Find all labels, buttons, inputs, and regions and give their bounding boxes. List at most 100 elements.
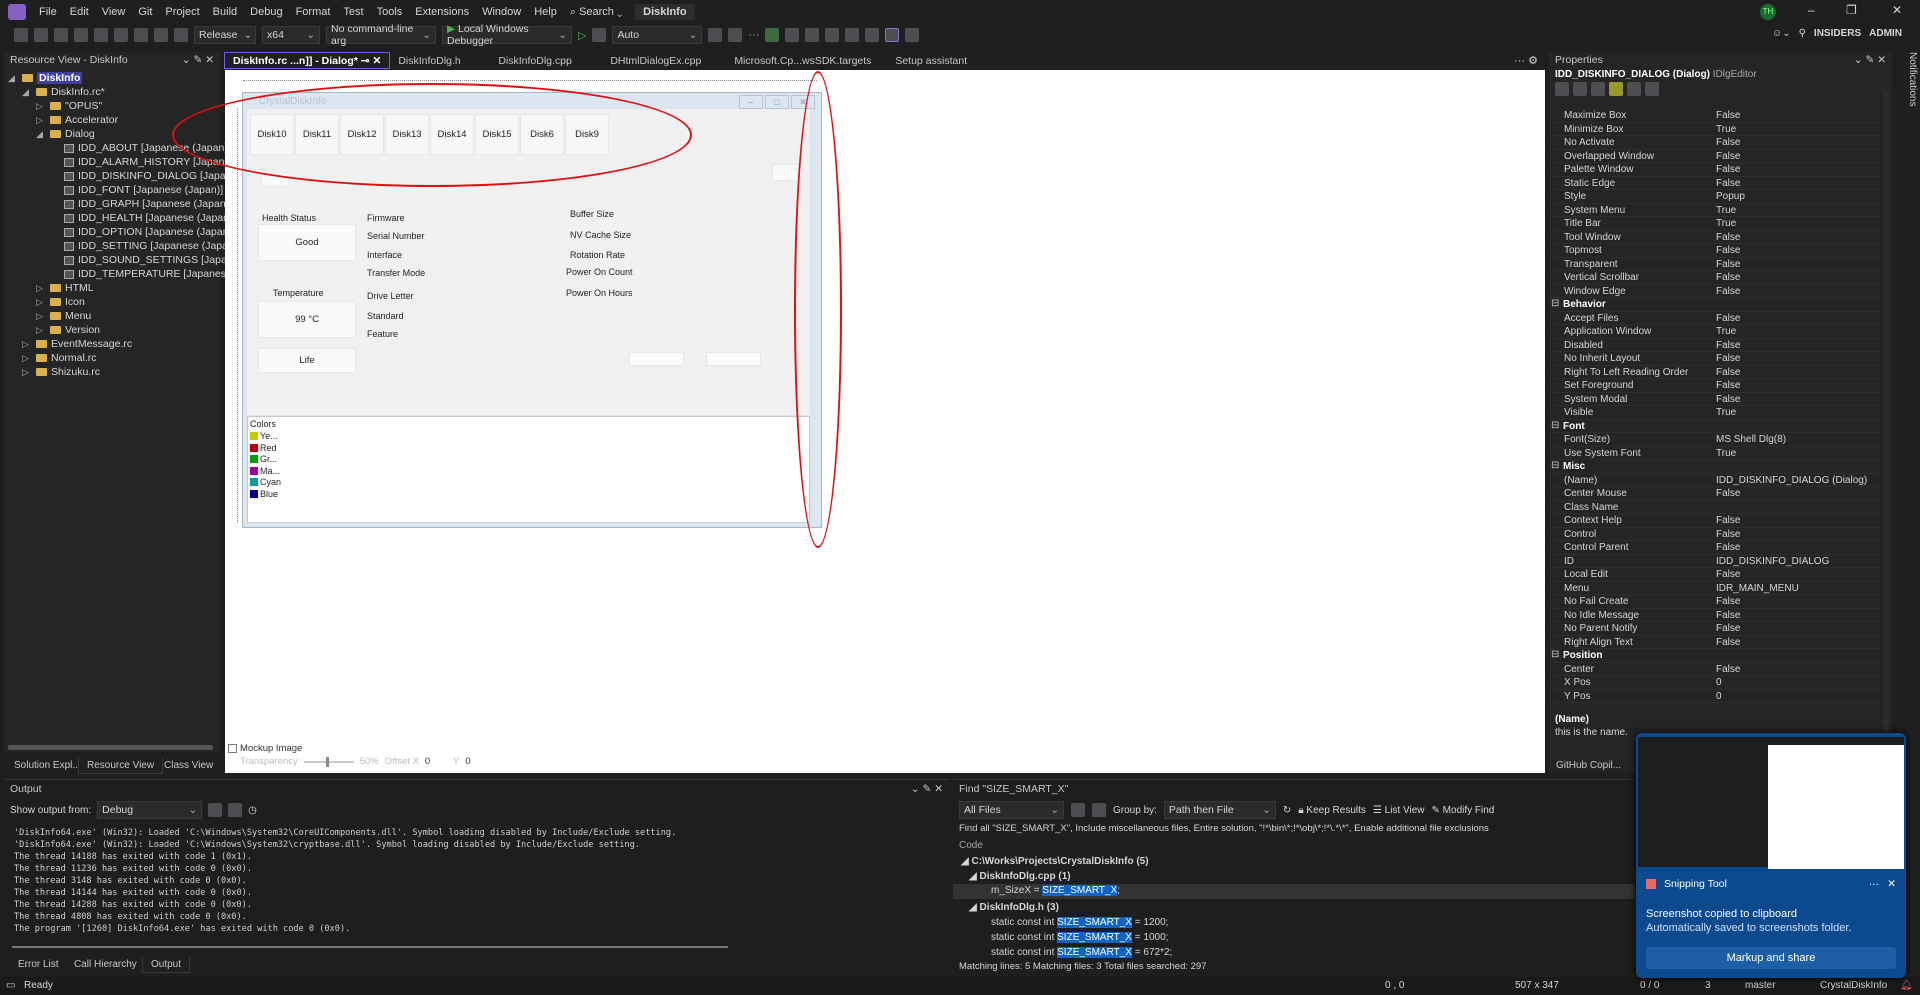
property-value[interactable]: False (1716, 272, 1740, 283)
property-value[interactable]: False (1716, 164, 1740, 175)
collapse-all-icon[interactable] (1092, 803, 1106, 817)
tree-item[interactable]: ▷ Normal.rc (22, 351, 97, 365)
property-value[interactable]: 0 (1716, 691, 1722, 702)
property-row[interactable]: Right Align Text False (1549, 636, 1879, 649)
property-row[interactable]: X Pos 0 (1549, 676, 1879, 690)
tree-item[interactable]: ▷ HTML (36, 281, 94, 295)
property-row[interactable]: Topmost False (1549, 244, 1879, 258)
horizontal-scrollbar[interactable] (8, 745, 213, 750)
property-value[interactable]: False (1716, 353, 1740, 364)
color-item[interactable]: Cyan (250, 477, 281, 487)
panel-options-icon[interactable]: ⌄ ✎ ✕ (911, 783, 943, 795)
property-value[interactable]: False (1716, 380, 1740, 391)
disk-tab-button[interactable]: Disk13 (385, 114, 429, 155)
property-value[interactable]: False (1716, 529, 1740, 540)
save-all-icon[interactable] (134, 28, 148, 42)
tree-item[interactable]: ▷ Version (36, 323, 100, 337)
transparency-slider[interactable] (303, 756, 354, 767)
messages-icon[interactable] (1627, 82, 1641, 96)
copilot-icon[interactable]: ☺⌄ (1772, 28, 1791, 39)
tree-item[interactable]: ◢ Dialog (36, 127, 95, 141)
notification-bell-icon[interactable]: 🔔︎ (1900, 980, 1913, 991)
color-item[interactable]: Ma... (250, 466, 280, 476)
property-value[interactable]: False (1716, 596, 1740, 607)
property-value[interactable]: False (1716, 542, 1740, 553)
property-value[interactable]: False (1716, 623, 1740, 634)
tree-item[interactable]: ▷ Icon (36, 295, 85, 309)
notifications-tab[interactable]: Notifications (1896, 52, 1918, 112)
property-value[interactable]: True (1716, 124, 1736, 135)
timestamp-icon[interactable]: ◷ (248, 805, 257, 816)
configuration-select[interactable]: Release (194, 26, 256, 44)
property-value[interactable]: 0 (1716, 677, 1722, 688)
property-row[interactable]: No Parent Notify False (1549, 622, 1879, 636)
property-row[interactable]: Center Mouse False (1549, 487, 1879, 501)
property-value[interactable]: False (1716, 340, 1740, 351)
expand-arrow-icon[interactable]: ▷ (36, 101, 46, 112)
menu-view[interactable]: View (102, 6, 126, 18)
colors-list[interactable]: Colors Ye... Red Gr... Ma... Cyan Blue (247, 416, 810, 523)
property-row[interactable]: No Fail Create False (1549, 595, 1879, 609)
same-size-icon[interactable] (845, 28, 860, 42)
tree-item[interactable]: IDD_HEALTH [Japanese (Japan)] (50, 211, 235, 225)
property-value[interactable]: False (1716, 515, 1740, 526)
git-changes[interactable]: 3 (1705, 980, 1711, 991)
expand-arrow-icon[interactable]: ◢ (36, 129, 46, 140)
tab-call-hierarchy[interactable]: Call Hierarchy (66, 957, 145, 972)
temperature-box[interactable]: 99 °C (258, 301, 356, 338)
property-row[interactable]: Font(Size) MS Shell Dlg(8) (1549, 433, 1879, 447)
panel-options-icon[interactable]: ⌄ ✎ ✕ (1854, 54, 1886, 66)
property-value[interactable]: False (1716, 232, 1740, 243)
disk-tab-button[interactable]: Disk11 (295, 114, 339, 155)
tree-item[interactable]: IDD_SETTING [Japanese (Japan)] (50, 239, 240, 253)
new-project-icon[interactable] (54, 28, 68, 42)
word-wrap-icon[interactable] (228, 803, 243, 817)
open-icon[interactable] (94, 28, 108, 42)
disk-tab-button[interactable]: Disk9 (565, 114, 609, 155)
property-value[interactable]: False (1716, 394, 1740, 405)
menu-git[interactable]: Git (138, 6, 152, 18)
property-row[interactable]: Menu IDR_MAIN_MENU (1549, 582, 1879, 595)
result-line[interactable]: static const int SIZE_SMART_X = 1000; (991, 932, 1168, 943)
property-value[interactable]: False (1716, 245, 1740, 256)
dialog-preview[interactable]: CrystalDiskInfo – □ ✕ Disk10 Disk11 Disk12 Di… (242, 92, 822, 528)
tab-diskinfodlg-h[interactable]: DiskInfoDlg.h (390, 52, 490, 69)
toast-close-icon[interactable]: ✕ (1887, 878, 1896, 890)
property-row[interactable]: Overlapped Window False (1549, 150, 1879, 163)
tree-item[interactable]: ◢ DiskInfo (8, 71, 83, 85)
expand-arrow-icon[interactable]: ▷ (36, 115, 46, 126)
disk-tab-button[interactable]: Disk6 (520, 114, 564, 155)
property-value[interactable]: IDR_MAIN_MENU (1716, 583, 1799, 594)
tree-item[interactable]: ◢ DiskInfo.rc* (22, 85, 105, 99)
mockup-image-checkbox[interactable] (228, 744, 237, 753)
blank-control[interactable] (629, 352, 684, 366)
property-row[interactable]: Minimize Box True (1549, 123, 1879, 136)
property-row[interactable]: Control Parent False (1549, 541, 1879, 555)
categorized-icon[interactable] (1555, 82, 1569, 96)
property-row[interactable]: Context Help False (1549, 514, 1879, 528)
start-without-debugging-icon[interactable]: ▷ (578, 29, 586, 42)
menu-window[interactable]: Window (482, 6, 521, 18)
blank-control[interactable] (261, 172, 289, 187)
live-share-icon[interactable]: ⚲ (1799, 28, 1806, 39)
tab-settings-icon[interactable]: ··· ⚙ (1514, 54, 1544, 67)
menu-test[interactable]: Test (343, 6, 363, 18)
property-row[interactable]: Right To Left Reading Order False (1549, 366, 1879, 379)
property-value[interactable]: False (1716, 664, 1740, 675)
panel-options-icon[interactable]: ⌄ ✎ ✕ (182, 54, 214, 66)
keep-results-button[interactable]: 🔒︎ Keep Results (1298, 805, 1366, 816)
align-icon[interactable] (785, 28, 800, 42)
expand-arrow-icon[interactable]: ▷ (22, 339, 32, 350)
property-row[interactable]: Style Popup (1549, 190, 1879, 204)
menu-project[interactable]: Project (165, 6, 199, 18)
property-value[interactable]: True (1716, 326, 1736, 337)
menu-tools[interactable]: Tools (377, 6, 403, 18)
properties-scrollbar[interactable] (1883, 90, 1889, 755)
offset-y-input[interactable]: 0 (465, 756, 470, 767)
property-value[interactable]: False (1716, 569, 1740, 580)
menu-build[interactable]: Build (213, 6, 237, 18)
property-row[interactable]: Static Edge False (1549, 177, 1879, 190)
property-row[interactable]: Disabled False (1549, 339, 1879, 352)
comment-icon[interactable] (905, 28, 920, 42)
property-row[interactable]: Maximize Box False (1549, 109, 1879, 123)
